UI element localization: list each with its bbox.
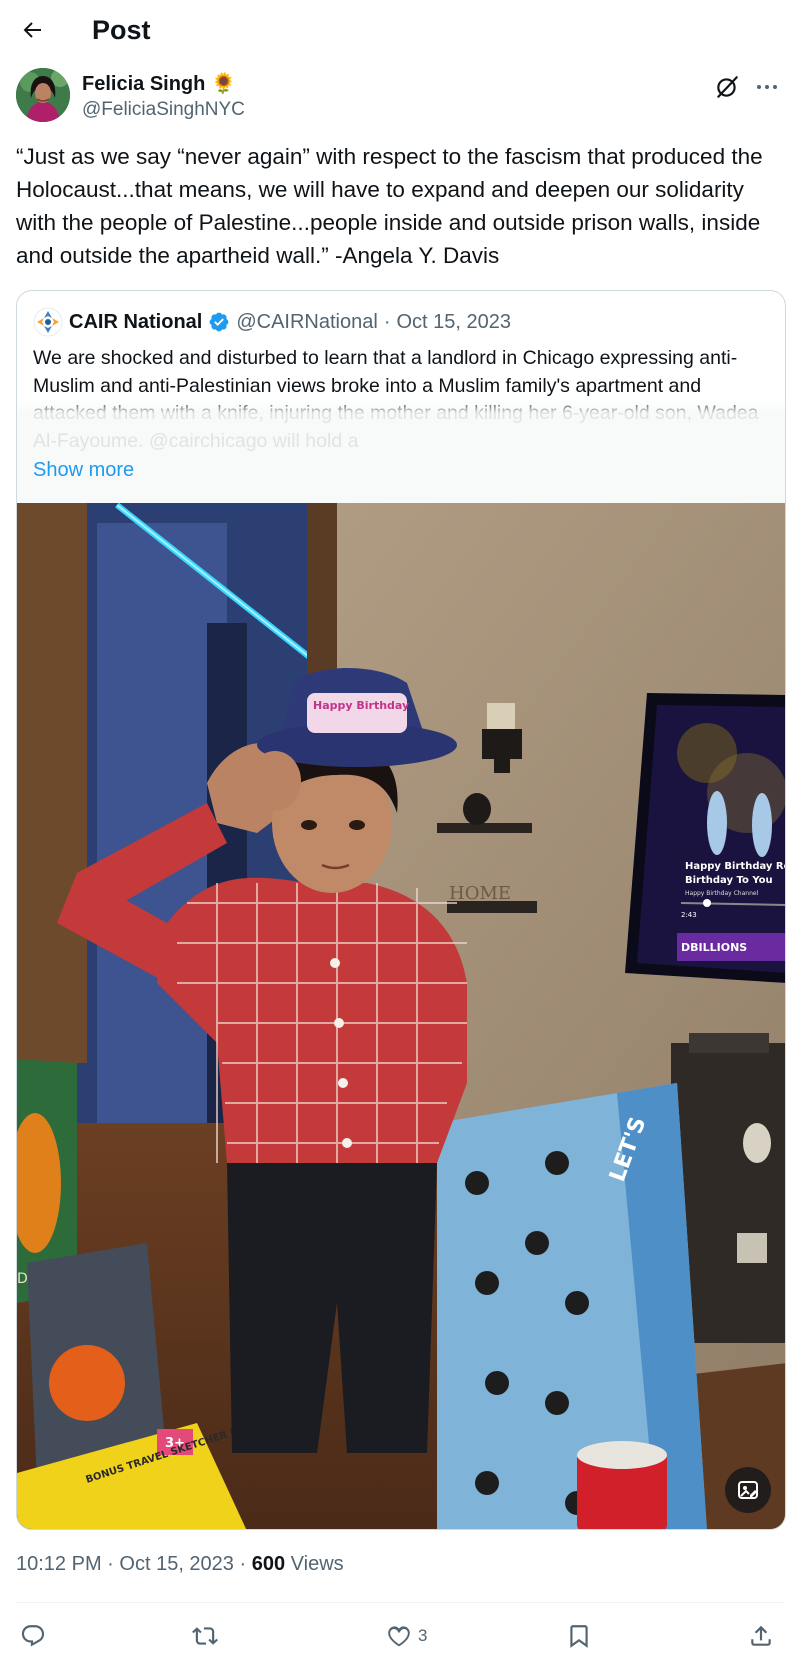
show-more-link[interactable]: Show more (33, 457, 134, 483)
shelf-sign: HOME (449, 883, 511, 904)
tv-subtitle: Birthday To You (685, 875, 773, 886)
repost-icon (192, 1627, 218, 1645)
reply-button[interactable] (20, 1614, 46, 1658)
action-bar: 3 (16, 1614, 784, 1658)
back-button[interactable] (14, 12, 50, 48)
verified-badge-icon (209, 312, 229, 332)
photo-illustration: HOME Happy Birthday Remix Birthday To Yo… (17, 503, 786, 1529)
bookmark-icon (570, 1625, 588, 1648)
post-date[interactable]: Oct 15, 2023 (119, 1553, 234, 1575)
more-horizontal-icon (757, 85, 777, 89)
author-name[interactable]: Felicia Singh 🌻 (82, 72, 236, 96)
quoted-post-photo[interactable]: HOME Happy Birthday Remix Birthday To Yo… (17, 503, 786, 1529)
separator-dot: · (383, 310, 391, 333)
share-button[interactable] (748, 1614, 774, 1658)
quoted-post[interactable]: CAIR National @CAIRNational · Oct 15, 20… (16, 290, 786, 1530)
grok-button[interactable] (710, 70, 744, 104)
heart-icon (388, 1626, 410, 1647)
tv-time: 2:43 (681, 911, 697, 919)
sunflower-emoji: 🌻 (211, 73, 237, 95)
like-count: 3 (418, 1626, 428, 1645)
quoted-post-text: We are shocked and disturbed to learn th… (33, 347, 759, 452)
divider (16, 1602, 784, 1603)
author-handle[interactable]: @FeliciaSinghNYC (82, 98, 245, 122)
avatar[interactable] (16, 68, 70, 122)
post-time[interactable]: 10:12 PM (16, 1553, 102, 1575)
author-name-text: Felicia Singh (82, 73, 206, 95)
photo-options-button[interactable] (725, 1467, 771, 1513)
post-text: “Just as we say “never again” with respe… (16, 144, 763, 268)
top-bar: Post (0, 0, 800, 62)
like-button[interactable]: 3 (386, 1614, 427, 1658)
hat-text: Happy Birthday (313, 699, 409, 712)
share-icon (751, 1625, 771, 1646)
quoted-author-handle: @CAIRNational (236, 310, 378, 333)
image-edit-icon (738, 1481, 758, 1499)
quoted-post-date: Oct 15, 2023 (396, 310, 512, 333)
arrow-left-icon (23, 22, 41, 38)
meta-dot-2: · (239, 1553, 247, 1575)
grok-icon (717, 76, 738, 98)
post-meta: 10:12 PM · Oct 15, 2023 · 600 Views (16, 1551, 344, 1577)
meta-dot: · (107, 1553, 114, 1575)
views-count: 600 (251, 1553, 286, 1575)
repost-button[interactable] (192, 1614, 218, 1658)
tv-channel: Happy Birthday Channel (685, 890, 759, 897)
tv-title: Happy Birthday Remix (685, 861, 786, 872)
reply-icon (21, 1625, 45, 1647)
quoted-author-name: CAIR National (69, 310, 203, 333)
views-label: Views (290, 1553, 344, 1575)
page-title: Post (92, 15, 151, 45)
post-author: Felicia Singh 🌻 @FeliciaSinghNYC (16, 68, 784, 124)
cair-logo-icon (33, 307, 63, 337)
bookmark-button[interactable] (566, 1614, 592, 1658)
tv-brand: DBILLIONS (681, 941, 747, 954)
more-options-button[interactable] (750, 70, 784, 104)
quoted-post-header: CAIR National @CAIRNational · Oct 15, 20… (33, 307, 511, 337)
